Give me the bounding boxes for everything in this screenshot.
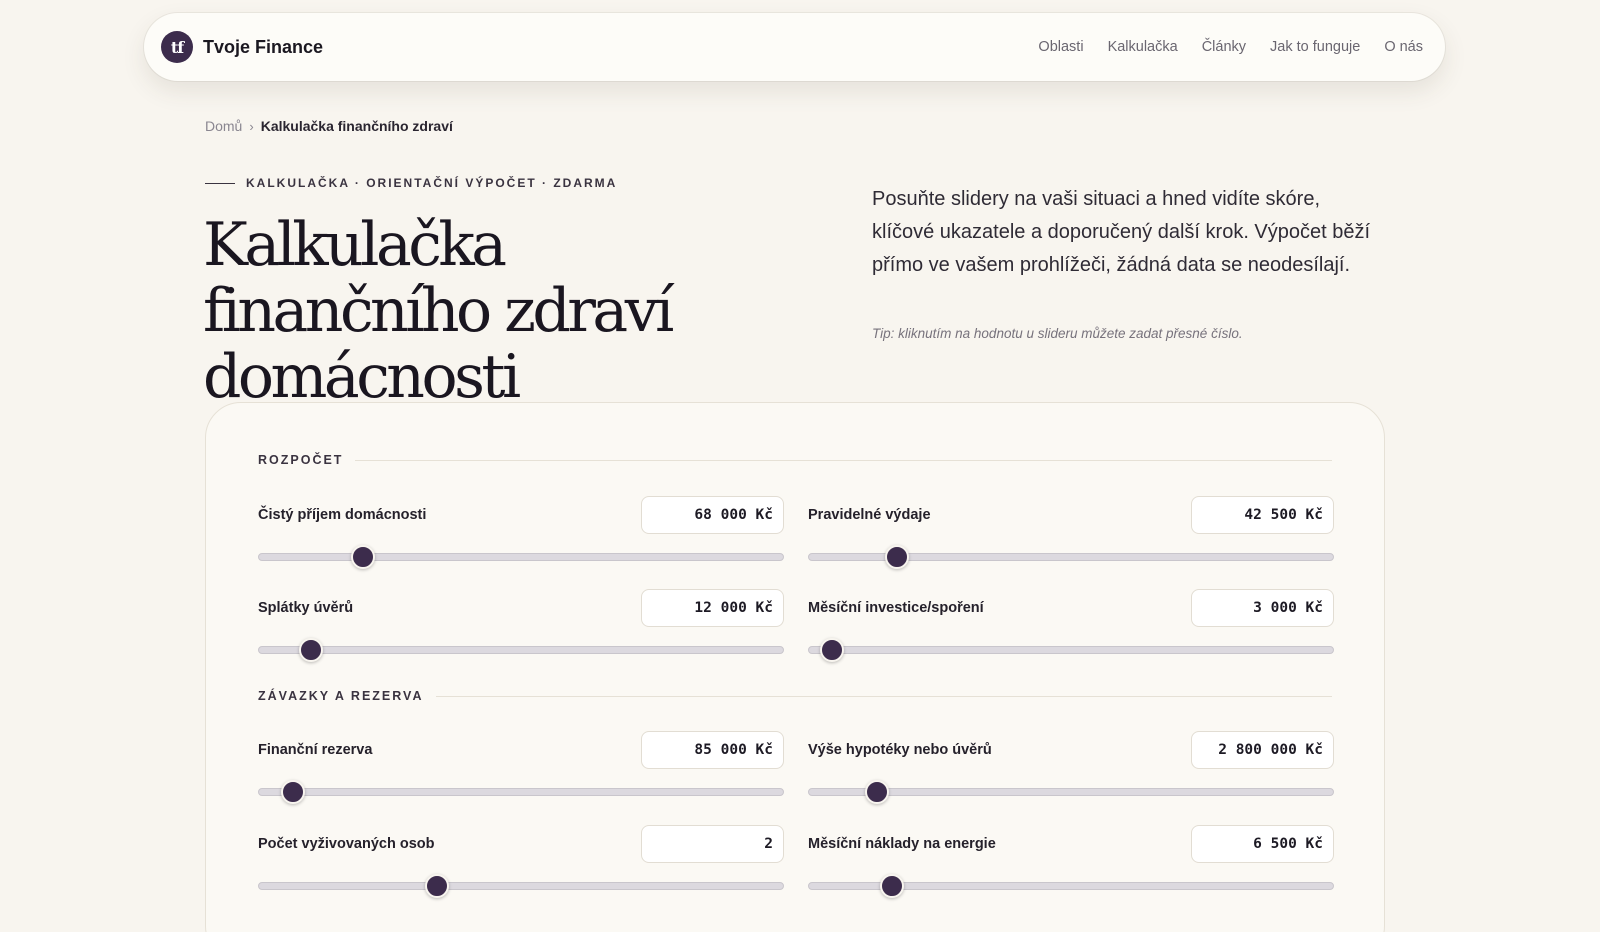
field-splatky-uveru: Splátky úvěrů 12 000 Kč xyxy=(258,589,784,675)
slider-thumb[interactable] xyxy=(885,545,910,569)
slider-tip: Tip: kliknutím na hodnotu u slideru může… xyxy=(872,326,1243,341)
slider[interactable] xyxy=(258,545,784,569)
field-cisty-prijem: Čistý příjem domácnosti 68 000 Kč xyxy=(258,496,784,582)
eyebrow-rule xyxy=(205,182,235,184)
slider-track[interactable] xyxy=(808,646,1334,654)
slider-thumb[interactable] xyxy=(351,545,376,569)
slider[interactable] xyxy=(808,545,1334,569)
field-naklady-energie: Měsíční náklady na energie 6 500 Kč xyxy=(808,825,1334,911)
nav-link-o-nas[interactable]: O nás xyxy=(1384,39,1423,55)
field-pocet-osob: Počet vyživovaných osob 2 xyxy=(258,825,784,911)
value-input[interactable]: 3 000 Kč xyxy=(1191,589,1334,627)
field-vyse-hypoteky: Výše hypotéky nebo úvěrů 2 800 000 Kč xyxy=(808,731,1334,817)
field-label: Měsíční investice/spoření xyxy=(808,600,984,616)
eyebrow: KALKULAČKA · ORIENTAČNÍ VÝPOČET · ZDARMA xyxy=(205,176,617,190)
field-financni-rezerva: Finanční rezerva 85 000 Kč xyxy=(258,731,784,817)
slider-track[interactable] xyxy=(258,788,784,796)
slider[interactable] xyxy=(808,638,1334,662)
slider-thumb[interactable] xyxy=(819,638,844,662)
nav-link-kalkulacka[interactable]: Kalkulačka xyxy=(1108,39,1178,55)
section-label: ZÁVAZKY A REZERVA xyxy=(258,689,424,703)
nav-link-jak-to-funguje[interactable]: Jak to funguje xyxy=(1270,39,1360,55)
slider-thumb[interactable] xyxy=(280,780,305,804)
section-divider xyxy=(355,459,1332,461)
top-nav: tf Tvoje Finance Oblasti Kalkulačka Člán… xyxy=(144,13,1445,81)
field-label: Splátky úvěrů xyxy=(258,600,354,616)
breadcrumb-current: Kalkulačka finančního zdraví xyxy=(260,118,453,134)
page-title: Kalkulačka finančního zdraví domácnosti xyxy=(203,210,674,412)
eyebrow-text: KALKULAČKA · ORIENTAČNÍ VÝPOČET · ZDARMA xyxy=(246,176,618,190)
field-label: Finanční rezerva xyxy=(258,742,373,758)
slider[interactable] xyxy=(258,638,784,662)
section-header-zavazky: ZÁVAZKY A REZERVA xyxy=(258,689,1332,703)
field-pravidelne-vydaje: Pravidelné výdaje 42 500 Kč xyxy=(808,496,1334,582)
field-mesicni-investice: Měsíční investice/spoření 3 000 Kč xyxy=(808,589,1334,675)
value-input[interactable]: 85 000 Kč xyxy=(641,731,784,769)
slider[interactable] xyxy=(258,780,784,804)
slider-thumb[interactable] xyxy=(425,874,450,898)
value-input[interactable]: 2 800 000 Kč xyxy=(1191,731,1334,769)
slider-track[interactable] xyxy=(258,882,784,890)
value-input[interactable]: 2 xyxy=(641,825,784,863)
section-header-rozpocet: ROZPOČET xyxy=(258,453,1332,467)
calculator-card: ROZPOČET Čistý příjem domácnosti 68 000 … xyxy=(205,402,1385,932)
slider-thumb[interactable] xyxy=(864,780,889,804)
section-label: ROZPOČET xyxy=(258,453,344,467)
value-input[interactable]: 42 500 Kč xyxy=(1191,496,1334,534)
nav-link-clanky[interactable]: Články xyxy=(1202,39,1246,55)
field-label: Výše hypotéky nebo úvěrů xyxy=(808,742,992,758)
slider[interactable] xyxy=(808,874,1334,898)
nav-link-oblasti[interactable]: Oblasti xyxy=(1038,39,1083,55)
field-label: Měsíční náklady na energie xyxy=(808,836,996,852)
section-divider xyxy=(435,695,1332,697)
page-description: Posuňte slidery na vaši situaci a hned v… xyxy=(872,188,1371,276)
value-input[interactable]: 12 000 Kč xyxy=(641,589,784,627)
slider-thumb[interactable] xyxy=(298,638,323,662)
breadcrumb: Domů › Kalkulačka finančního zdraví xyxy=(205,118,453,134)
breadcrumb-home[interactable]: Domů xyxy=(205,118,242,134)
slider[interactable] xyxy=(258,874,784,898)
slider-track[interactable] xyxy=(258,646,784,654)
field-label: Pravidelné výdaje xyxy=(808,507,931,523)
field-label: Čistý příjem domácnosti xyxy=(258,507,427,523)
value-input[interactable]: 6 500 Kč xyxy=(1191,825,1334,863)
logo-icon[interactable]: tf xyxy=(161,31,193,63)
value-input[interactable]: 68 000 Kč xyxy=(641,496,784,534)
field-label: Počet vyživovaných osob xyxy=(258,836,435,852)
slider-track[interactable] xyxy=(258,553,784,561)
nav-links: Oblasti Kalkulačka Články Jak to funguje… xyxy=(1038,39,1423,55)
brand-name[interactable]: Tvoje Finance xyxy=(203,37,323,58)
slider[interactable] xyxy=(808,780,1334,804)
slider-thumb[interactable] xyxy=(880,874,905,898)
breadcrumb-separator-icon: › xyxy=(249,118,254,134)
